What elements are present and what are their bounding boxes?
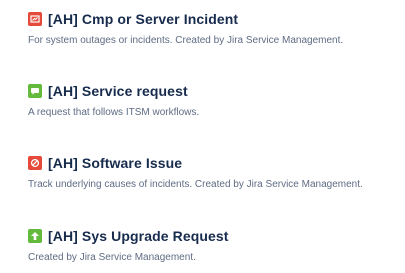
request-type-sys-upgrade-request[interactable]: [AH] Sys Upgrade Request Created by Jira… bbox=[28, 226, 398, 263]
request-type-cmp-server-incident[interactable]: [AH] Cmp or Server Incident For system o… bbox=[28, 9, 398, 46]
request-type-title-row: [AH] Cmp or Server Incident bbox=[28, 9, 398, 29]
request-type-description: Track underlying causes of incidents. Cr… bbox=[28, 179, 363, 190]
incident-icon bbox=[28, 12, 42, 26]
request-type-software-issue[interactable]: [AH] Software Issue Track underlying cau… bbox=[28, 153, 398, 190]
request-type-description: For system outages or incidents. Created… bbox=[28, 35, 344, 46]
chat-bubble-icon bbox=[28, 84, 42, 98]
request-type-description: A request that follows ITSM workflows. bbox=[28, 107, 200, 118]
request-type-title-row: [AH] Software Issue bbox=[28, 153, 398, 173]
request-type-title-row: [AH] Service request bbox=[28, 81, 398, 101]
request-type-title[interactable]: [AH] Cmp or Server Incident bbox=[48, 11, 238, 27]
blocked-icon bbox=[28, 156, 42, 170]
request-type-title-row: [AH] Sys Upgrade Request bbox=[28, 226, 398, 246]
request-type-service-request[interactable]: [AH] Service request A request that foll… bbox=[28, 81, 398, 118]
request-type-title[interactable]: [AH] Software Issue bbox=[48, 155, 182, 171]
request-type-title[interactable]: [AH] Sys Upgrade Request bbox=[48, 228, 229, 244]
upgrade-arrow-icon bbox=[28, 229, 42, 243]
request-type-title[interactable]: [AH] Service request bbox=[48, 83, 188, 99]
request-type-description: Created by Jira Service Management. bbox=[28, 252, 196, 263]
